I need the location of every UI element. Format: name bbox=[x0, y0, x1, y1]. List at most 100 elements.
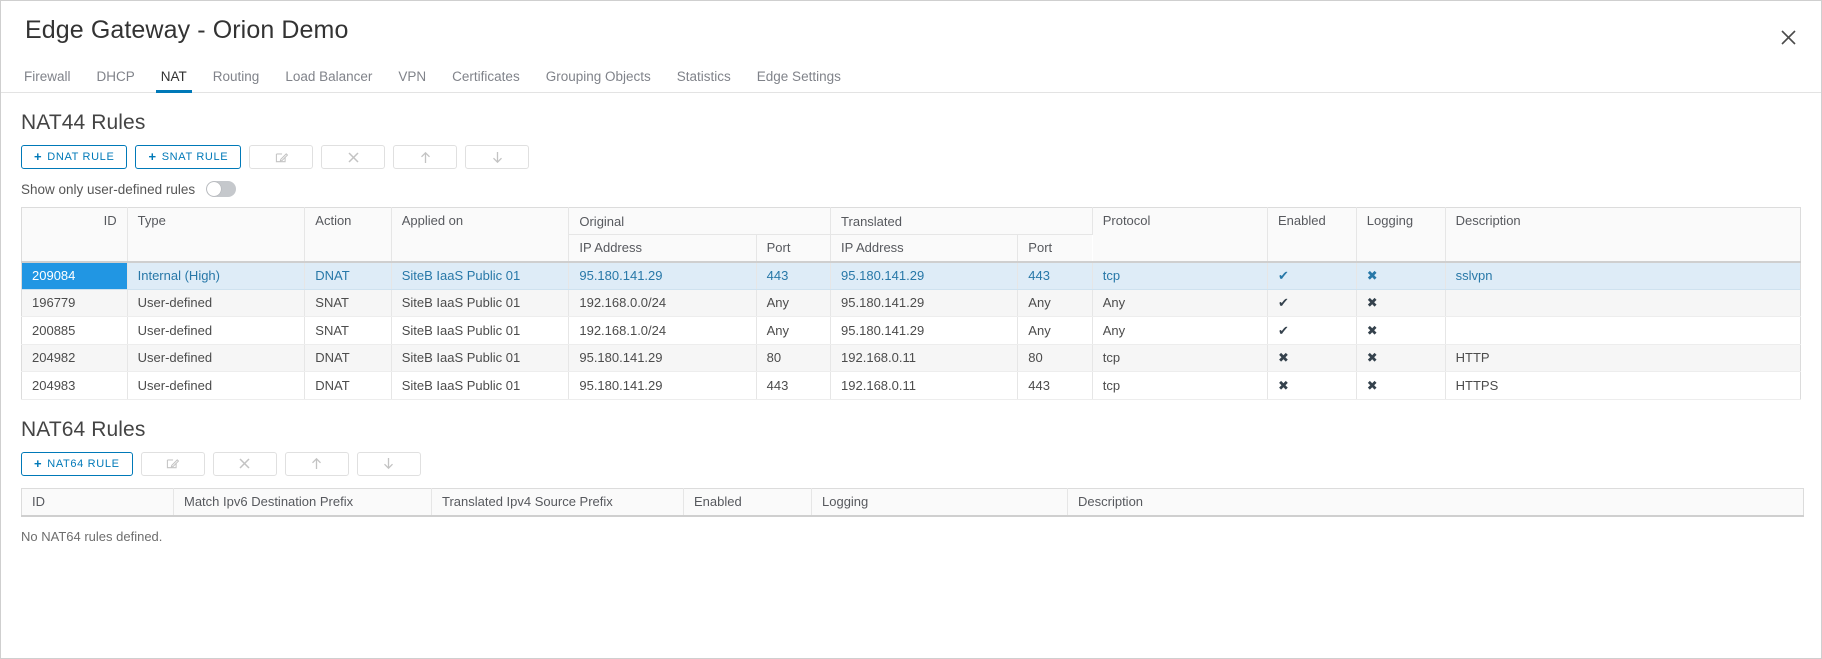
move-nat64-rule-up-button[interactable] bbox=[284, 451, 349, 476]
cell-original-ip: 95.180.141.29 bbox=[568, 371, 757, 400]
edit-nat64-rule-button[interactable] bbox=[140, 451, 205, 476]
cell-translated-ip: 95.180.141.29 bbox=[830, 316, 1019, 345]
table-row[interactable]: 204983 User-defined DNAT SiteB IaaS Publ… bbox=[21, 371, 1801, 400]
col-type: Type bbox=[127, 207, 306, 262]
cell-protocol: tcp bbox=[1092, 261, 1268, 290]
title-bar: Edge Gateway - Orion Demo bbox=[1, 1, 1821, 59]
cell-logging: ✖ bbox=[1356, 344, 1446, 372]
cell-translated-port: 443 bbox=[1017, 261, 1093, 290]
move-rule-up-button[interactable] bbox=[393, 145, 458, 169]
tab-load-balancer[interactable]: Load Balancer bbox=[274, 69, 383, 93]
tab-routing[interactable]: Routing bbox=[202, 69, 271, 93]
table-row[interactable]: 209084 Internal (High) DNAT SiteB IaaS P… bbox=[21, 261, 1801, 290]
col-action: Action bbox=[304, 207, 392, 262]
cell-translated-port: 443 bbox=[1017, 371, 1093, 400]
col-description: Description bbox=[1445, 207, 1801, 262]
edit-icon bbox=[166, 457, 180, 470]
close-icon[interactable] bbox=[1771, 20, 1805, 54]
col-enabled: Enabled bbox=[1267, 207, 1357, 262]
cell-id: 209084 bbox=[21, 261, 128, 290]
col-description: Description bbox=[1067, 488, 1804, 516]
cell-protocol: Any bbox=[1092, 289, 1268, 317]
cell-protocol: tcp bbox=[1092, 344, 1268, 372]
move-rule-down-button[interactable] bbox=[465, 145, 530, 169]
nat44-table-body: 209084 Internal (High) DNAT SiteB IaaS P… bbox=[21, 261, 1801, 400]
cell-original-port: 443 bbox=[756, 261, 832, 290]
cell-enabled: ✔ bbox=[1267, 289, 1357, 317]
col-id: ID bbox=[21, 207, 128, 262]
tab-bar: Firewall DHCP NAT Routing Load Balancer … bbox=[1, 59, 1821, 93]
edge-gateway-dialog: Edge Gateway - Orion Demo Firewall DHCP … bbox=[0, 0, 1822, 659]
arrow-down-icon bbox=[491, 151, 504, 164]
col-original-port: Port bbox=[756, 234, 832, 262]
tab-certificates[interactable]: Certificates bbox=[441, 69, 531, 93]
col-original: Original bbox=[568, 207, 832, 235]
table-row[interactable]: 204982 User-defined DNAT SiteB IaaS Publ… bbox=[21, 344, 1801, 372]
cell-action: DNAT bbox=[304, 261, 392, 290]
nat44-section: NAT44 Rules + DNAT RULE + SNAT RULE Show… bbox=[1, 111, 1821, 400]
col-id: ID bbox=[21, 488, 174, 516]
tab-dhcp[interactable]: DHCP bbox=[86, 69, 146, 93]
add-snat-rule-button[interactable]: + SNAT RULE bbox=[135, 145, 242, 169]
cell-translated-port: Any bbox=[1017, 289, 1093, 317]
tab-edge-settings[interactable]: Edge Settings bbox=[746, 69, 852, 93]
plus-icon: + bbox=[34, 149, 43, 164]
tab-grouping-objects[interactable]: Grouping Objects bbox=[535, 69, 662, 93]
nat64-toolbar: + NAT64 RULE bbox=[21, 451, 1801, 476]
col-match-ipv6-prefix: Match Ipv6 Destination Prefix bbox=[173, 488, 432, 516]
delete-nat64-rule-button[interactable] bbox=[212, 451, 277, 476]
cell-logging: ✖ bbox=[1356, 261, 1446, 290]
table-row[interactable]: 200885 User-defined SNAT SiteB IaaS Publ… bbox=[21, 316, 1801, 345]
nat64-section: NAT64 Rules + NAT64 RULE ID Match Ipv6 D… bbox=[1, 417, 1821, 544]
cell-description: sslvpn bbox=[1445, 261, 1801, 290]
tab-statistics[interactable]: Statistics bbox=[666, 69, 742, 93]
cell-protocol: Any bbox=[1092, 316, 1268, 345]
cell-logging: ✖ bbox=[1356, 371, 1446, 400]
cell-id: 204983 bbox=[21, 371, 128, 400]
tab-nat[interactable]: NAT bbox=[150, 69, 198, 93]
close-x-icon bbox=[348, 151, 359, 163]
table-row[interactable]: 196779 User-defined SNAT SiteB IaaS Publ… bbox=[21, 289, 1801, 317]
cell-original-ip: 95.180.141.29 bbox=[568, 261, 757, 290]
edit-rule-button[interactable] bbox=[249, 145, 314, 169]
add-nat64-rule-button[interactable]: + NAT64 RULE bbox=[21, 451, 133, 476]
col-translated-ip: IP Address bbox=[830, 234, 1019, 262]
plus-icon: + bbox=[148, 149, 157, 164]
cell-type: User-defined bbox=[127, 289, 306, 317]
cell-id: 196779 bbox=[21, 289, 128, 317]
delete-rule-button[interactable] bbox=[321, 145, 386, 169]
cell-translated-ip: 192.168.0.11 bbox=[830, 371, 1019, 400]
cell-translated-port: 80 bbox=[1017, 344, 1093, 372]
nat44-toolbar: + DNAT RULE + SNAT RULE bbox=[21, 145, 1801, 169]
cell-enabled: ✖ bbox=[1267, 371, 1357, 400]
show-user-defined-toggle[interactable] bbox=[206, 181, 237, 197]
cell-original-port: Any bbox=[756, 289, 832, 317]
nat44-table-head: ID Type Action Applied on Original Trans… bbox=[21, 207, 1801, 262]
cell-translated-ip: 95.180.141.29 bbox=[830, 289, 1019, 317]
nat44-title: NAT44 Rules bbox=[21, 111, 146, 134]
col-translated-ipv4-prefix: Translated Ipv4 Source Prefix bbox=[431, 488, 684, 516]
cell-applied-on: SiteB IaaS Public 01 bbox=[391, 371, 570, 400]
cell-applied-on: SiteB IaaS Public 01 bbox=[391, 316, 570, 345]
cell-enabled: ✔ bbox=[1267, 261, 1357, 290]
cell-original-ip: 192.168.0.0/24 bbox=[568, 289, 757, 317]
cell-applied-on: SiteB IaaS Public 01 bbox=[391, 344, 570, 372]
col-translated: Translated bbox=[830, 207, 1093, 235]
add-dnat-rule-label: DNAT RULE bbox=[47, 151, 115, 163]
cell-enabled: ✔ bbox=[1267, 316, 1357, 345]
arrow-up-icon bbox=[310, 457, 323, 470]
nat64-title: NAT64 Rules bbox=[21, 417, 146, 441]
tab-firewall[interactable]: Firewall bbox=[13, 69, 82, 93]
move-nat64-rule-down-button[interactable] bbox=[356, 451, 421, 476]
cell-description: HTTP bbox=[1445, 344, 1801, 372]
cell-applied-on: SiteB IaaS Public 01 bbox=[391, 261, 570, 290]
cell-id: 200885 bbox=[21, 316, 128, 345]
tab-vpn[interactable]: VPN bbox=[387, 69, 437, 93]
add-dnat-rule-button[interactable]: + DNAT RULE bbox=[21, 145, 128, 169]
cell-action: SNAT bbox=[304, 316, 392, 345]
edit-icon bbox=[275, 151, 288, 164]
cell-description bbox=[1445, 289, 1801, 317]
page-title: Edge Gateway - Orion Demo bbox=[25, 15, 349, 44]
arrow-up-icon bbox=[419, 151, 432, 164]
cell-type: Internal (High) bbox=[127, 261, 306, 290]
